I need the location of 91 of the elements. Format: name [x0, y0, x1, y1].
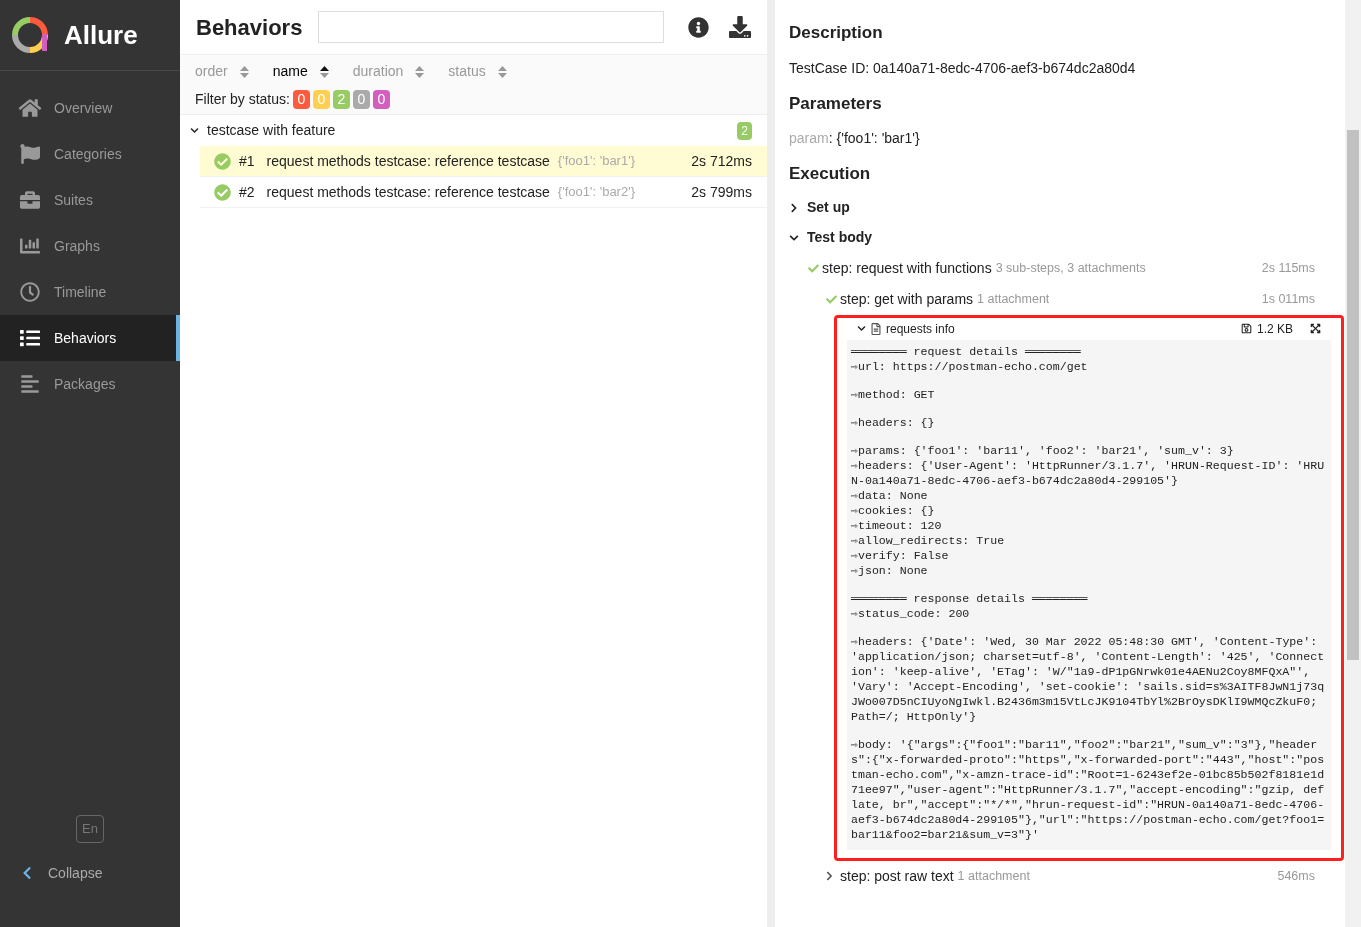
flag-icon [18, 144, 42, 164]
status-filter[interactable]: 0 [372, 90, 390, 109]
sort-icon [415, 65, 425, 78]
passed-icon [214, 152, 231, 170]
filter-label: Filter by status: [195, 90, 290, 109]
log-paragraph: ⇨headers: {} [851, 414, 936, 430]
sort-column[interactable]: status [448, 61, 507, 82]
log-paragraph: ════════ request details ════════ ⇨url: https://postman-echo.com/get [851, 343, 1089, 374]
test-row[interactable]: #2 request methods testcase: reference testcase {'foo1': 'bar2'} 2s 799ms [200, 177, 767, 208]
step-duration: 2s 115ms [1261, 259, 1315, 277]
attachment-size: 1.2 KB [1256, 320, 1293, 338]
home-icon [18, 98, 42, 118]
language-button[interactable]: En [76, 815, 104, 843]
step-duration: 546ms [1277, 867, 1315, 885]
sidebar-item[interactable]: Behaviors [0, 315, 180, 361]
test-row[interactable]: #1 request methods testcase: reference testcase {'foo1': 'bar1'} 2s 712ms [200, 146, 767, 177]
log-paragraph: ⇨params: {'foo1': 'bar11', 'foo2': 'bar21', 'sum_v': 3} ⇨headers: {'User-Agent': 'HttpRunner/3.1.7', 'HRUN-Request-ID': 'HRUN-0a140a71-8edc-4706-aef3-b674dc2a80d4-299105'} ⇨data: None ⇨cookies: {} ⇨timeout: 120 ⇨allow_redirects: True ⇨verify: False ⇨json: None [851, 442, 1326, 578]
attachment-header[interactable]: requests info 1.2 KB [837, 317, 1341, 340]
sort-column[interactable]: duration [352, 61, 425, 82]
sort-icon [239, 65, 249, 78]
log-paragraph: ⇨method: GET [851, 386, 936, 402]
panel-title: Behaviors [196, 13, 303, 42]
test-params: {'foo1': 'bar1'} [557, 152, 635, 171]
chevron-right-icon [825, 871, 834, 881]
section-title: Execution [789, 163, 872, 185]
chevron-left-icon [22, 866, 32, 880]
step-name: step: post raw text [840, 866, 954, 886]
chevron-down-icon [857, 324, 866, 333]
expand-icon[interactable] [1310, 323, 1321, 334]
log-paragraph: ⇨body: '{"args":{"foo1":"bar11","foo2":"bar21","sum_v":"3"},"headers":{"x-forwarded-proto":"https","x-forwarded-port":"443","host":"postman-echo.com","x-amzn-trace-id":"Root=1-6243ef2e-01bc85b502f8181e1d71ee97","user-agent":"HttpRunner/3.1.7","accept-encoding":"gzip, deflate, br","accept":"*/*","hrun-request-id":"HRUN-0a140a71-8edc-4706-aef3-b674dc2a80d4-299105"},"url":"https://postman-echo.com/get?foo1=bar11&foo2=bar21&sum_v=3"}' [851, 736, 1326, 842]
status-filter[interactable]: 0 [292, 90, 310, 109]
sidebar-item[interactable]: Graphs [0, 223, 180, 269]
description-text: TestCase ID: 0a140a71-8edc-4706-aef3-b674dc2a80d4 [789, 58, 1137, 78]
tree-group[interactable]: testcase with feature 2 [180, 115, 767, 146]
sidebar-item[interactable]: Timeline [0, 269, 180, 315]
collapse-button[interactable]: Collapse [0, 859, 180, 887]
check-icon [825, 293, 838, 305]
sidebar-item[interactable]: Suites [0, 177, 180, 223]
chevron-right-icon [789, 202, 799, 213]
test-number: #2 [239, 182, 255, 202]
parameter-separator: : [828, 129, 833, 148]
test-name: request methods testcase: reference testcase [266, 182, 550, 202]
step-row[interactable]: step: post raw text 1 attachment 546ms [789, 860, 1331, 892]
passed-icon [214, 183, 231, 201]
sidebar-item[interactable]: Categories [0, 131, 180, 177]
sort-column[interactable]: name [272, 61, 329, 82]
app-title: Allure [64, 18, 138, 52]
test-duration: 2s 799ms [691, 182, 752, 202]
parameter-value: {'foo1': 'bar1'} [836, 129, 920, 148]
search-field[interactable] [318, 11, 665, 43]
step-meta: 1 attachment [957, 867, 1030, 885]
scrollbar[interactable] [1345, 0, 1361, 927]
sort-column[interactable]: order [195, 61, 249, 82]
log-paragraph: ════════ response details ════════ ⇨status_code: 200 [851, 590, 1089, 621]
step-name: step: request with functions [822, 258, 992, 278]
section-title: Parameters [789, 92, 883, 115]
briefcase-icon [18, 190, 42, 210]
step-row[interactable]: step: get with params 1 attachment 1s 011ms [789, 283, 1331, 315]
sort-icon [497, 65, 507, 78]
test-number: #1 [239, 151, 255, 171]
log-paragraph: ⇨headers: {'Date': 'Wed, 30 Mar 2022 05:48:30 GMT', 'Content-Type': 'application/json; charset=utf-8', 'Content-Length': '425', 'Connection': 'keep-alive', 'ETag': 'W/"1a9-dP1pGNrwk01e4AENu2Coy8MFQxA"', 'Vary': 'Accept-Encoding', 'set-cookie': 'sails.sid=s%3AITF8JwN1j73qJWo007D5nCIUyoNgIwkl.B2436m3m15VtLcJK9104TbYl%2BrOysDKlI9WMQcZkuF0; Path=/; HttpOnly'} [851, 633, 1326, 724]
sidebar-item[interactable]: Packages [0, 361, 180, 407]
bar-chart-icon [18, 236, 42, 256]
count-badge: 2 [737, 121, 752, 140]
status-filter[interactable]: 0 [352, 90, 370, 109]
step-meta: 1 attachment [977, 290, 1050, 308]
stage-row[interactable]: Set up [789, 192, 1331, 223]
info-icon[interactable] [688, 16, 710, 38]
sort-icon [319, 65, 329, 78]
step-row[interactable]: step: request with functions 3 sub-steps, 3 attachments 2s 115ms [789, 252, 1331, 284]
test-duration: 2s 712ms [691, 151, 752, 171]
step-meta: 3 sub-steps, 3 attachments [995, 259, 1146, 277]
test-params: {'foo1': 'bar2'} [557, 183, 635, 202]
save-icon [1240, 323, 1252, 334]
step-duration: 1s 011ms [1261, 290, 1315, 308]
test-name: request methods testcase: reference testcase [266, 151, 550, 171]
download-icon[interactable] [729, 16, 751, 38]
clock-icon [18, 282, 42, 302]
stage-row[interactable]: Test body [789, 222, 1331, 253]
list-icon [18, 328, 42, 348]
file-icon [871, 322, 881, 335]
step-name: step: get with params [840, 289, 974, 309]
chevron-down-icon [190, 126, 199, 135]
check-icon [807, 262, 820, 274]
sidebar-item[interactable]: Overview [0, 85, 180, 131]
parameter-name: param [789, 129, 829, 148]
section-title: Description [789, 22, 884, 44]
chevron-down-icon [789, 232, 799, 243]
logo-icon [12, 17, 48, 53]
attachment-name: requests info [886, 320, 955, 338]
lines-icon [18, 374, 42, 394]
